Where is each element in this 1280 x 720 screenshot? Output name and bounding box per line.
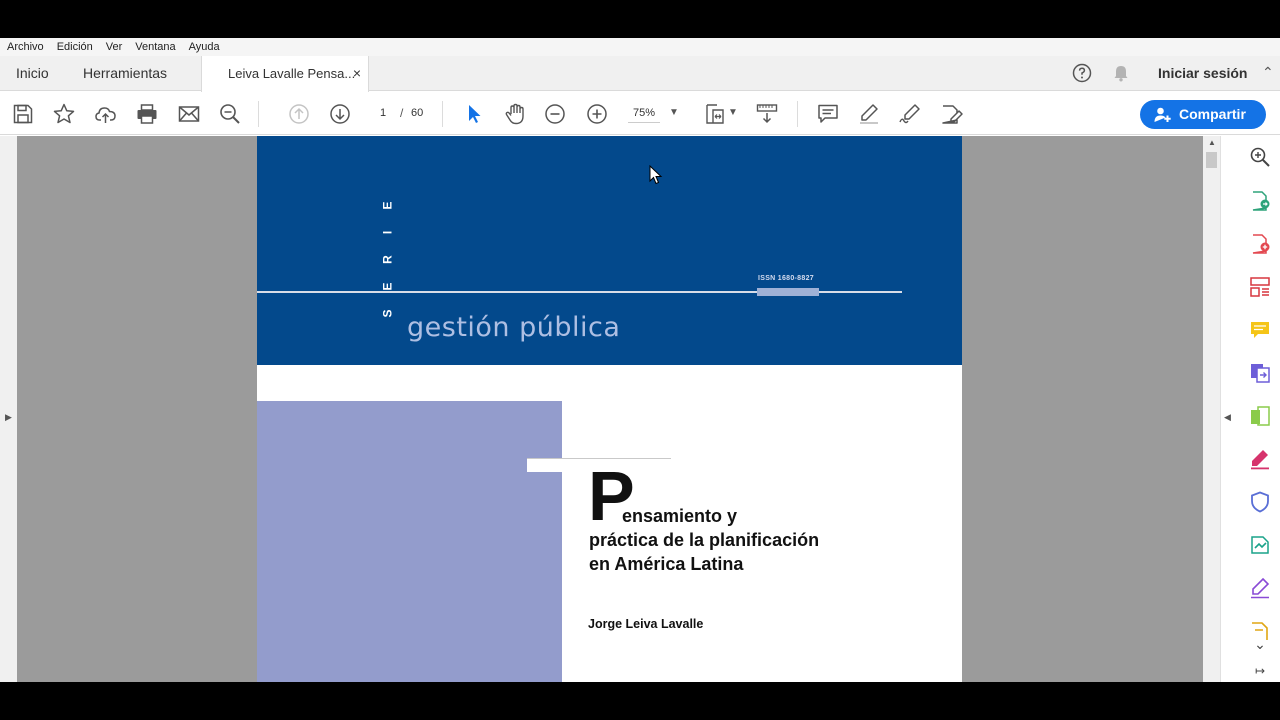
toolbar-divider xyxy=(797,101,798,127)
page-fit-dropdown-icon[interactable]: ▼ xyxy=(728,103,738,123)
expand-left-pane-icon[interactable]: ▶ xyxy=(5,412,12,423)
highlight-pen-icon[interactable] xyxy=(857,102,881,126)
scrollbar-thumb[interactable] xyxy=(1206,152,1217,168)
save-icon[interactable] xyxy=(11,102,35,126)
issn-bar xyxy=(757,288,819,296)
collection-name: gestión pública xyxy=(407,312,621,343)
collapse-right-pane-icon[interactable]: ◀ xyxy=(1224,412,1231,423)
comment-icon[interactable] xyxy=(816,102,840,126)
menu-ventana[interactable]: Ventana xyxy=(135,41,175,53)
chevron-up-icon[interactable]: ⌃ xyxy=(1262,64,1274,81)
fill-sign-icon[interactable] xyxy=(1249,448,1271,470)
mail-icon[interactable] xyxy=(177,102,201,126)
zoom-level-input[interactable]: 75% xyxy=(628,103,660,123)
left-pane-toggle[interactable]: ▶ xyxy=(0,136,17,682)
page-separator: / xyxy=(400,106,404,120)
request-signatures-icon[interactable] xyxy=(1249,577,1271,599)
document-tab-title: Leiva Lavalle Pensa... xyxy=(228,66,356,81)
toolbar-divider xyxy=(258,101,259,127)
tools-pane: ◀ ⌄ ↦ xyxy=(1220,136,1280,682)
sign-icon[interactable] xyxy=(898,102,922,126)
title-line-2: práctica de la planificación xyxy=(589,530,820,550)
zoom-dropdown-icon[interactable]: ▼ xyxy=(669,103,679,123)
zoom-search-icon[interactable] xyxy=(218,102,242,126)
help-circle-icon[interactable] xyxy=(1072,63,1092,83)
title-line-1: ensamiento y xyxy=(622,506,738,526)
toolbar: 1 / 60 75% ▼ ▼ Compartir xyxy=(0,92,1280,135)
page-number-input[interactable]: 1 xyxy=(372,103,394,123)
toolbar-divider xyxy=(442,101,443,127)
close-tab-icon[interactable]: × xyxy=(353,56,361,91)
vertical-scrollbar[interactable]: ▲ xyxy=(1203,136,1220,682)
star-icon[interactable] xyxy=(52,102,76,126)
chevron-down-icon[interactable]: ⌄ xyxy=(1249,636,1271,658)
acrobat-window: Archivo Edición Ver Ventana Ayuda Inicio… xyxy=(0,38,1280,682)
zoom-out-icon[interactable] xyxy=(543,102,567,126)
scroll-mode-icon[interactable] xyxy=(755,102,779,126)
menu-edicion[interactable]: Edición xyxy=(57,41,93,53)
zoom-in-icon[interactable] xyxy=(585,102,609,126)
tab-bar: Inicio Herramientas Leiva Lavalle Pensa.… xyxy=(0,56,1280,92)
share-label: Compartir xyxy=(1179,106,1246,122)
search-icon[interactable] xyxy=(1249,146,1271,168)
tab-inicio[interactable]: Inicio xyxy=(16,56,49,91)
cover-color-block xyxy=(257,401,562,682)
menu-archivo[interactable]: Archivo xyxy=(7,41,44,53)
signin-button[interactable]: Iniciar sesión xyxy=(1158,56,1247,91)
export-pdf-icon[interactable] xyxy=(1249,190,1271,212)
cloud-upload-icon[interactable] xyxy=(94,102,118,126)
pdf-page[interactable]: E I R E S ISSN 1680-8827 gestión pública… xyxy=(257,136,962,682)
select-cursor-icon[interactable] xyxy=(462,102,486,126)
tab-herramientas[interactable]: Herramientas xyxy=(83,56,167,91)
bell-icon[interactable] xyxy=(1111,63,1131,83)
tab-document[interactable]: Leiva Lavalle Pensa... × xyxy=(201,56,369,92)
pane-expand-icon[interactable]: ↦ xyxy=(1249,664,1271,682)
document-area: ▶ E I R E S ISSN 1680-8827 gestión públi… xyxy=(0,136,1280,682)
page-fit-icon[interactable] xyxy=(704,102,728,126)
page-down-icon[interactable] xyxy=(328,102,352,126)
page-total: 60 xyxy=(411,107,424,119)
organize-pages-icon[interactable] xyxy=(1249,276,1271,298)
protect-icon[interactable] xyxy=(1249,491,1271,513)
serie-vertical-text: E I R E S xyxy=(380,201,395,318)
title-line-3: en América Latina xyxy=(589,554,744,574)
menu-bar: Archivo Edición Ver Ventana Ayuda xyxy=(0,38,1280,56)
send-for-review-icon[interactable] xyxy=(1249,534,1271,556)
menu-ayuda[interactable]: Ayuda xyxy=(189,41,220,53)
combine-files-icon[interactable] xyxy=(1249,362,1271,384)
add-user-icon xyxy=(1154,107,1171,122)
mouse-cursor xyxy=(649,164,663,185)
menu-ver[interactable]: Ver xyxy=(106,41,123,53)
print-icon[interactable] xyxy=(135,102,159,126)
scroll-up-icon[interactable]: ▲ xyxy=(1208,138,1216,147)
cover-banner: E I R E S ISSN 1680-8827 gestión pública xyxy=(257,136,962,365)
page-up-icon[interactable] xyxy=(287,102,311,126)
compress-pdf-icon[interactable] xyxy=(1249,405,1271,427)
create-pdf-icon[interactable] xyxy=(1249,233,1271,255)
edit-pdf-icon[interactable] xyxy=(940,102,964,126)
comment-tool-icon[interactable] xyxy=(1249,319,1271,341)
share-button[interactable]: Compartir xyxy=(1140,100,1266,129)
author-name: Jorge Leiva Lavalle xyxy=(588,617,704,631)
issn-label: ISSN 1680-8827 xyxy=(758,275,814,282)
hand-icon[interactable] xyxy=(503,102,527,126)
